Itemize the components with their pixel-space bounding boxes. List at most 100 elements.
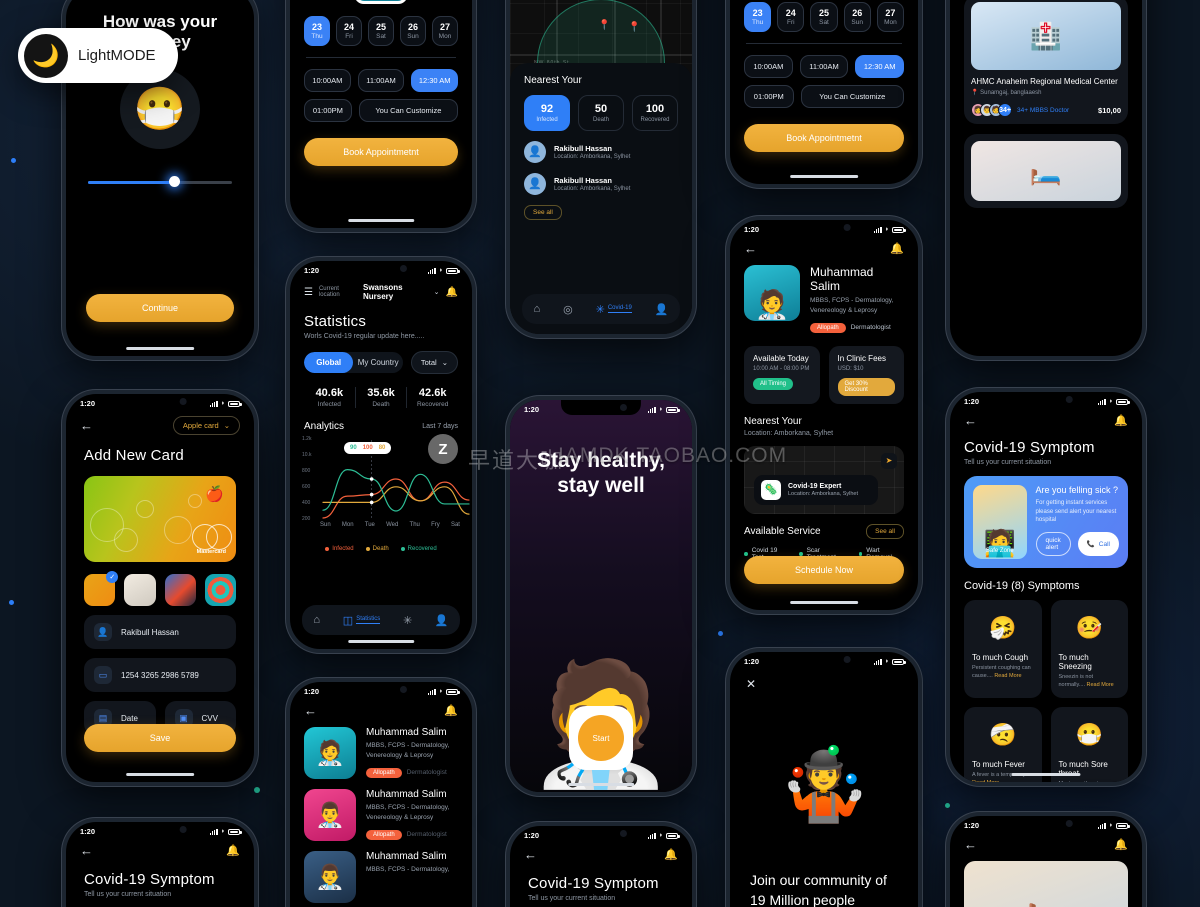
day-option[interactable]: 23 Thu [744, 2, 772, 32]
tab-compass-icon[interactable]: ◎ [563, 303, 573, 316]
day-option[interactable]: 23 Thu [304, 16, 330, 46]
close-icon[interactable]: ✕ [746, 677, 756, 691]
day-option[interactable]: 24 Fri [336, 16, 362, 46]
time-option[interactable]: 01:00PM [304, 99, 352, 122]
day-option[interactable]: 25 Sat [810, 2, 838, 32]
start-button[interactable]: Start [578, 715, 624, 761]
back-arrow-icon[interactable]: ← [964, 414, 977, 427]
back-arrow-icon[interactable]: ← [304, 704, 317, 717]
time-option[interactable]: 10:00AM [304, 69, 351, 92]
day-option[interactable]: 24 Fri [777, 2, 805, 32]
locate-icon[interactable]: ➤ [881, 452, 897, 469]
hospital-card[interactable]: 🛏️ [964, 134, 1128, 208]
card-style-option[interactable]: ✓ [84, 571, 119, 606]
list-item[interactable]: 🧑‍⚕️ Muhammad Salim MBBS, FCPS - Dermato… [290, 717, 472, 779]
symptom-card[interactable]: 🤕 To much Fever A fever is a temporary .… [964, 706, 1042, 782]
back-arrow-icon[interactable]: ← [80, 844, 93, 857]
day-option[interactable]: 26 Sun [400, 16, 426, 46]
stat-infected[interactable]: 92 Infected [524, 94, 570, 131]
time-option[interactable]: 11:00AM [357, 69, 405, 92]
page-title: Add New Card [84, 447, 184, 464]
time-option[interactable]: You Can Customize [358, 99, 458, 122]
card-type-select[interactable]: Apple card ⌄ [172, 416, 240, 435]
tab-global[interactable]: Global [304, 352, 354, 373]
analytics-range[interactable]: Last 7 days [422, 423, 458, 430]
save-button[interactable]: Save [84, 724, 236, 752]
bell-icon[interactable]: 🔔 [446, 287, 458, 298]
read-more-link[interactable]: Read More [1087, 682, 1114, 688]
time-option[interactable]: 11:00AM [799, 55, 849, 78]
mini-map[interactable]: ➤ 🦠 Covid-19 Expert Location: Amborkana,… [744, 445, 904, 514]
bell-icon[interactable]: 🔔 [1114, 838, 1128, 851]
list-item[interactable]: 👤 Rakibull Hassan Location: Amborkana, S… [524, 172, 678, 195]
card-icon: ▭ [94, 666, 112, 684]
symptom-card[interactable]: 🤧 To much Cough Persistent coughing can … [964, 600, 1042, 698]
card-badge[interactable]: All Timing [753, 377, 794, 390]
tab-covid[interactable]: ✳ Covid-19 [596, 303, 632, 316]
back-arrow-icon[interactable]: ← [524, 848, 537, 861]
tab-home-icon[interactable]: ⌂ [313, 614, 320, 626]
legend-recovered: Recovered [400, 546, 437, 552]
symptom-card[interactable]: 🤒 To much Sneezing Sneezin is not normal… [1050, 600, 1128, 698]
card-style-option[interactable] [124, 574, 156, 606]
read-more-link[interactable]: Read More [972, 780, 999, 782]
read-more-link[interactable]: Read More [994, 673, 1021, 679]
see-all-button[interactable]: See all [866, 523, 904, 539]
nearest-sub: Location: Amborkana, Sylhet [744, 429, 834, 437]
symptom-desc: Most sore throats are.... Read More [1059, 781, 1121, 782]
bell-icon[interactable]: 🔔 [664, 848, 678, 861]
card-badge[interactable]: Get 30% Discount [837, 377, 895, 396]
slider-knob[interactable] [168, 176, 180, 188]
list-item[interactable]: 👨‍⚕️ Muhammad Salim MBBS, FCPS - Dermato… [290, 841, 472, 903]
time-option[interactable]: 12:30 AM [855, 55, 904, 78]
day-option[interactable]: 27 Mon [432, 16, 458, 46]
tab-statistics[interactable]: ◫ Statistics [343, 614, 381, 627]
day-option[interactable]: 26 Sun [843, 2, 871, 32]
symptom-card[interactable]: 😷 To much Sore throat Most sore throats … [1050, 706, 1128, 782]
schedule-now-button[interactable]: Schedule Now [744, 556, 904, 584]
bell-icon[interactable]: 🔔 [444, 704, 458, 717]
back-arrow-icon[interactable]: ← [964, 838, 977, 851]
list-item[interactable]: 👨‍⚕️ Muhammad Salim MBBS, FCPS - Dermato… [290, 779, 472, 841]
stat-recovered[interactable]: 100 Recovered [632, 94, 678, 131]
time-option[interactable]: 10:00AM [744, 55, 793, 78]
bell-icon[interactable]: 🔔 [1114, 414, 1128, 427]
tab-profile-icon[interactable]: 👤 [655, 303, 669, 316]
map-pin-icon[interactable]: 📍 [628, 22, 640, 33]
bell-icon[interactable]: 🔔 [226, 844, 240, 857]
tab-virus-icon[interactable]: ✳ [403, 614, 412, 627]
bell-icon[interactable]: 🔔 [890, 242, 904, 255]
see-all-button[interactable]: See all [524, 204, 562, 220]
quick-alert-button[interactable]: quick alert [1035, 532, 1071, 557]
menu-icon[interactable]: ☰ [304, 287, 313, 298]
card-number-field[interactable]: ▭ 1254 3265 2986 5789 [84, 658, 236, 692]
lightmode-badge[interactable]: 🌙 LightMODE [18, 28, 178, 83]
location-value[interactable]: Swansons Nursery [363, 283, 428, 301]
doctor-name: Muhammad Salim [366, 727, 447, 738]
book-appointment-button[interactable]: Book Appointmetnt [744, 124, 904, 152]
stat-death[interactable]: 50 Death [578, 94, 624, 131]
day-option[interactable]: 25 Sat [368, 16, 394, 46]
time-option[interactable]: 12:30 AM [411, 69, 458, 92]
call-button[interactable]: 📞 Call [1077, 532, 1119, 557]
list-item[interactable]: 👤 Rakibull Hassan Location: Amborkana, S… [524, 140, 678, 163]
total-dropdown[interactable]: Total ⌄ [410, 351, 458, 374]
card-style-option[interactable] [204, 574, 236, 606]
tab-my-country[interactable]: My Country [353, 352, 402, 373]
map-pin-icon[interactable]: 📍 [598, 20, 610, 31]
tab-profile-icon[interactable]: 👤 [435, 614, 449, 627]
hospital-card[interactable]: 🏥 AHMC Anaheim Regional Medical Center 📍… [964, 0, 1128, 124]
book-appointment-button[interactable]: Book Appointmetnt [304, 138, 458, 166]
tab-home-icon[interactable]: ⌂ [533, 303, 540, 315]
card-style-option[interactable] [164, 574, 196, 606]
time-option[interactable]: You Can Customize [800, 85, 904, 108]
continue-button[interactable]: Continue [86, 294, 234, 322]
back-arrow-icon[interactable]: ← [80, 419, 93, 432]
chevron-down-icon[interactable]: ⌄ [434, 288, 440, 296]
day-option[interactable]: 27 Mon [876, 2, 904, 32]
time-option[interactable]: 01:00PM [744, 85, 794, 108]
mood-slider[interactable] [88, 175, 232, 189]
back-arrow-icon[interactable]: ← [744, 242, 757, 255]
map-card[interactable]: 🦠 Covid-19 Expert Location: Amborkana, S… [754, 474, 878, 505]
cardholder-name-field[interactable]: 👤 Rakibull Hassan [84, 615, 236, 649]
